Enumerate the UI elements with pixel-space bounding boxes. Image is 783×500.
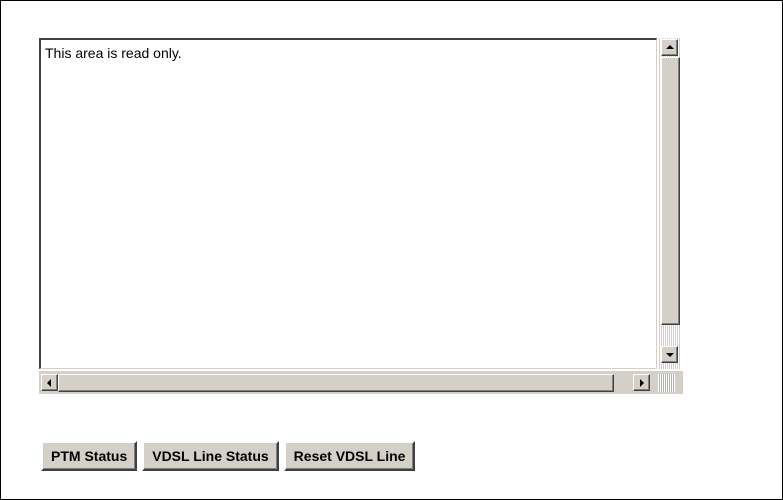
scroll-left-arrow-icon xyxy=(47,379,51,387)
vertical-scroll-thumb[interactable] xyxy=(661,57,680,325)
scroll-right-button[interactable] xyxy=(633,374,650,391)
scroll-right-arrow-icon xyxy=(640,379,644,387)
scroll-down-arrow-icon xyxy=(666,353,674,357)
read-only-textarea[interactable]: This area is read only. xyxy=(39,38,657,369)
status-output-area: This area is read only. xyxy=(39,38,683,395)
horizontal-scroll-thumb[interactable] xyxy=(58,374,614,392)
content-frame: This area is read only. PTM Status VDSL … xyxy=(0,0,783,500)
scroll-up-arrow-icon xyxy=(666,45,674,49)
horizontal-scrollbar[interactable] xyxy=(39,371,658,394)
textarea-content: This area is read only. xyxy=(45,45,182,61)
resize-grip xyxy=(658,374,675,392)
reset-vdsl-line-button[interactable]: Reset VDSL Line xyxy=(283,441,416,471)
ptm-status-button[interactable]: PTM Status xyxy=(41,441,138,471)
vertical-scrollbar[interactable] xyxy=(658,38,681,369)
vdsl-line-status-button[interactable]: VDSL Line Status xyxy=(142,441,279,471)
scrollbar-corner xyxy=(658,371,683,394)
scroll-up-button[interactable] xyxy=(661,39,678,56)
scroll-down-button[interactable] xyxy=(661,346,678,363)
scroll-left-button[interactable] xyxy=(41,374,58,391)
action-button-row: PTM Status VDSL Line Status Reset VDSL L… xyxy=(41,441,416,471)
